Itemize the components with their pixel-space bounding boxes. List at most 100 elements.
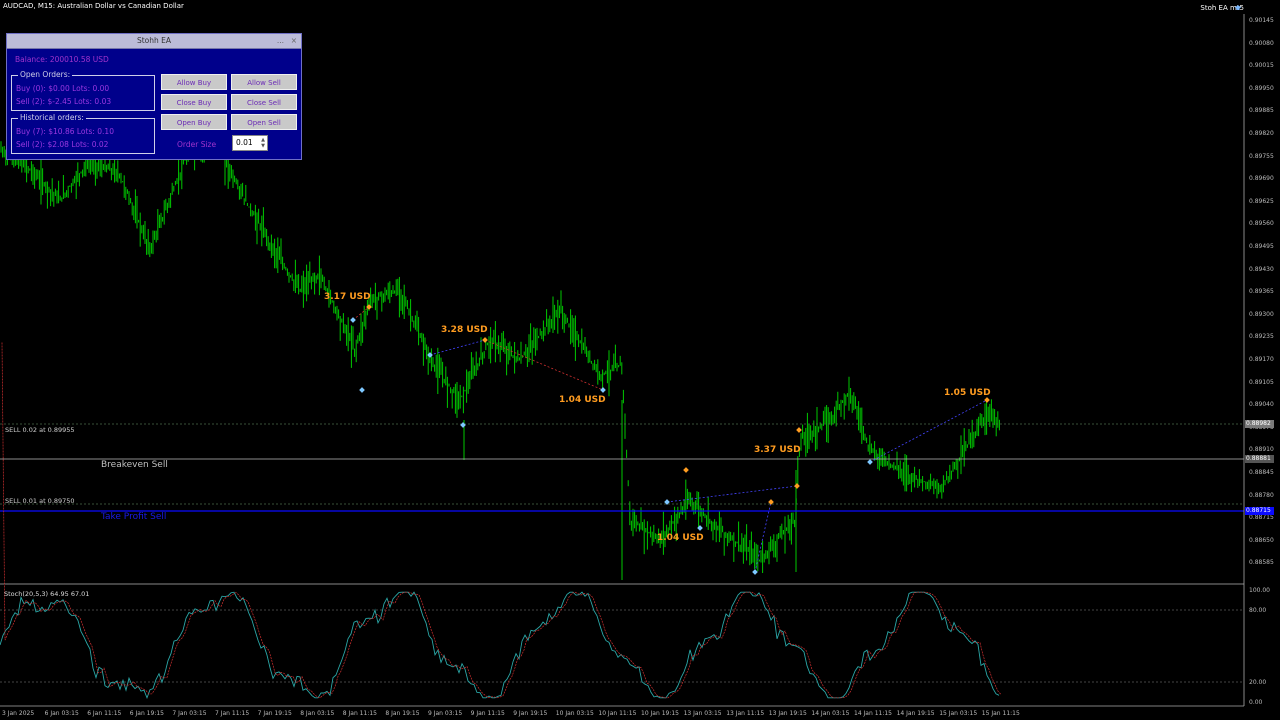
breakeven-label: Breakeven Sell xyxy=(101,460,168,470)
price-axis-label: 0.90015 xyxy=(1249,62,1274,70)
profit-label: 1.04 USD xyxy=(657,533,704,543)
price-axis-label: 0.88650 xyxy=(1249,536,1274,544)
price-axis-label: 0.89365 xyxy=(1249,288,1274,296)
price-axis-label: 0.89950 xyxy=(1249,84,1274,92)
allow-sell-button[interactable]: Allow Sell xyxy=(231,74,297,90)
trade-marker xyxy=(796,427,802,433)
price-axis-label: 0.90080 xyxy=(1249,39,1274,47)
stoch-axis-label: 20.00 xyxy=(1249,679,1267,686)
trade-marker xyxy=(752,569,758,575)
time-axis-label: 6 Jan 19:15 xyxy=(129,710,164,717)
price-axis-label: 0.89755 xyxy=(1249,152,1274,160)
price-axis-label: 0.89300 xyxy=(1249,310,1274,318)
order-size-value: 0.01 xyxy=(236,138,253,147)
trade-marker xyxy=(794,483,800,489)
time-axis-label: 15 Jan 11:15 xyxy=(981,710,1020,717)
price-axis-label: 0.88845 xyxy=(1249,469,1274,476)
time-axis-label: 10 Jan 11:15 xyxy=(598,710,637,717)
price-axis-label: 0.89820 xyxy=(1249,130,1274,137)
ea-hat-icon xyxy=(1234,5,1242,10)
open-orders-label: Open Orders: xyxy=(18,70,73,79)
stoch-axis-label: 0.00 xyxy=(1249,699,1263,706)
time-axis-label: 3 Jan 2025 xyxy=(2,710,35,717)
time-axis-label: 13 Jan 19:15 xyxy=(768,710,807,717)
trade-marker xyxy=(984,397,990,403)
time-axis-label: 14 Jan 19:15 xyxy=(896,710,935,717)
open-sell-button[interactable]: Open Sell xyxy=(231,114,297,130)
time-axis-label: 9 Jan 03:15 xyxy=(428,710,463,717)
trade-marker xyxy=(359,387,365,393)
allow-buy-button[interactable]: Allow Buy xyxy=(161,74,227,90)
price-axis-label: 0.89495 xyxy=(1249,243,1274,250)
time-axis-label: 7 Jan 11:15 xyxy=(215,710,250,717)
panel-title: Stohh EA xyxy=(136,36,172,45)
profit-label: 1.05 USD xyxy=(944,388,991,398)
breakeven-price-tag: 0.88881 xyxy=(1245,455,1274,463)
hist-buy-info: Buy (7): $10.86 Lots: 0.10 xyxy=(16,127,114,136)
price-axis-label: 0.90145 xyxy=(1249,17,1274,24)
time-axis-label: 7 Jan 03:15 xyxy=(172,710,207,717)
take-profit-price-tag: 0.88715 xyxy=(1245,507,1274,515)
price-axis-label: 0.88780 xyxy=(1249,491,1274,499)
price-axis-label: 0.89430 xyxy=(1249,265,1274,273)
open-buy-info: Buy (0): $0.00 Lots: 0.00 xyxy=(16,84,110,93)
profit-label: 3.37 USD xyxy=(754,445,801,455)
trade-marker xyxy=(867,459,873,465)
time-axis-label: 10 Jan 19:15 xyxy=(641,710,679,717)
order-size-input[interactable]: 0.01 ▲ ▼ xyxy=(232,135,268,151)
price-axis-label: 0.89885 xyxy=(1249,107,1274,115)
price-axis-label: 0.89625 xyxy=(1249,197,1274,205)
trade-link-line xyxy=(666,485,798,503)
current-price-tag: 0.88982 xyxy=(1245,420,1274,428)
price-axis-label: 0.89235 xyxy=(1249,333,1274,341)
stoch-title: Stoch(20,5,3) 64.95 67.01 xyxy=(4,590,90,598)
price-axis-label: 0.89560 xyxy=(1249,220,1274,228)
time-axis-label: 13 Jan 03:15 xyxy=(683,710,722,717)
trade-marker xyxy=(482,337,488,343)
time-axis-label: 6 Jan 03:15 xyxy=(44,710,79,717)
minimize-button[interactable]: ... xyxy=(277,34,284,48)
balance-text: Balance: 200010.58 USD xyxy=(15,55,109,64)
price-axis-label: 0.88715 xyxy=(1249,514,1274,522)
price-axis-label: 0.89170 xyxy=(1249,356,1274,363)
panel-titlebar[interactable]: Stohh EA ... × xyxy=(7,34,301,49)
price-axis-label: 0.88910 xyxy=(1249,446,1274,454)
trade-link-line xyxy=(429,339,486,356)
time-axis-label: 14 Jan 03:15 xyxy=(811,710,850,717)
historical-orders-label: Historical orders: xyxy=(18,113,86,122)
hist-sell-info: Sell (2): $2.08 Lots: 0.02 xyxy=(16,140,109,149)
time-axis-label: 9 Jan 19:15 xyxy=(513,710,548,717)
close-sell-button[interactable]: Close Sell xyxy=(231,94,297,110)
spinner-arrows-icon[interactable]: ▲ ▼ xyxy=(261,137,265,149)
close-icon[interactable]: × xyxy=(291,34,297,48)
time-axis-label: 10 Jan 03:15 xyxy=(555,710,594,717)
open-orders-group: Open Orders: Buy (0): $0.00 Lots: 0.00 S… xyxy=(11,70,155,111)
time-axis-label: 14 Jan 11:15 xyxy=(854,710,892,717)
trade-marker xyxy=(460,422,466,428)
historical-orders-group: Historical orders: Buy (7): $10.86 Lots:… xyxy=(11,113,155,154)
time-axis-label: 9 Jan 11:15 xyxy=(470,710,505,717)
open-sell-info: Sell (2): $-2.45 Lots: 0.03 xyxy=(16,97,112,106)
time-axis-label: 7 Jan 19:15 xyxy=(257,710,292,717)
sell-order-label-1: SELL 0.02 at 0.89955 xyxy=(5,426,75,434)
time-axis-label: 15 Jan 03:15 xyxy=(939,710,978,717)
price-axis-label: 0.89040 xyxy=(1249,401,1274,409)
time-axis-label: 8 Jan 03:15 xyxy=(300,710,335,717)
profit-label: 3.28 USD xyxy=(441,325,488,335)
sell-order-label-2: SELL 0.01 at 0.89750 xyxy=(5,497,75,505)
profit-label: 1.04 USD xyxy=(559,395,606,405)
ea-panel[interactable]: Stohh EA ... × Balance: 200010.58 USD Op… xyxy=(6,33,302,160)
order-size-label: Order Size xyxy=(177,140,217,149)
chart-title: AUDCAD, M15: Australian Dollar vs Canadi… xyxy=(3,2,184,10)
close-buy-button[interactable]: Close Buy xyxy=(161,94,227,110)
open-buy-button[interactable]: Open Buy xyxy=(161,114,227,130)
time-axis-label: 8 Jan 19:15 xyxy=(385,710,420,717)
time-axis-label: 8 Jan 11:15 xyxy=(342,710,377,717)
trade-marker xyxy=(350,317,356,323)
profit-label: 3.17 USD xyxy=(324,292,371,302)
price-axis-label: 0.88585 xyxy=(1249,559,1274,567)
stoch-axis-label: 100.00 xyxy=(1249,587,1270,594)
trade-marker xyxy=(697,525,703,531)
price-axis-label: 0.89105 xyxy=(1249,378,1274,386)
time-axis-label: 13 Jan 11:15 xyxy=(726,710,765,717)
